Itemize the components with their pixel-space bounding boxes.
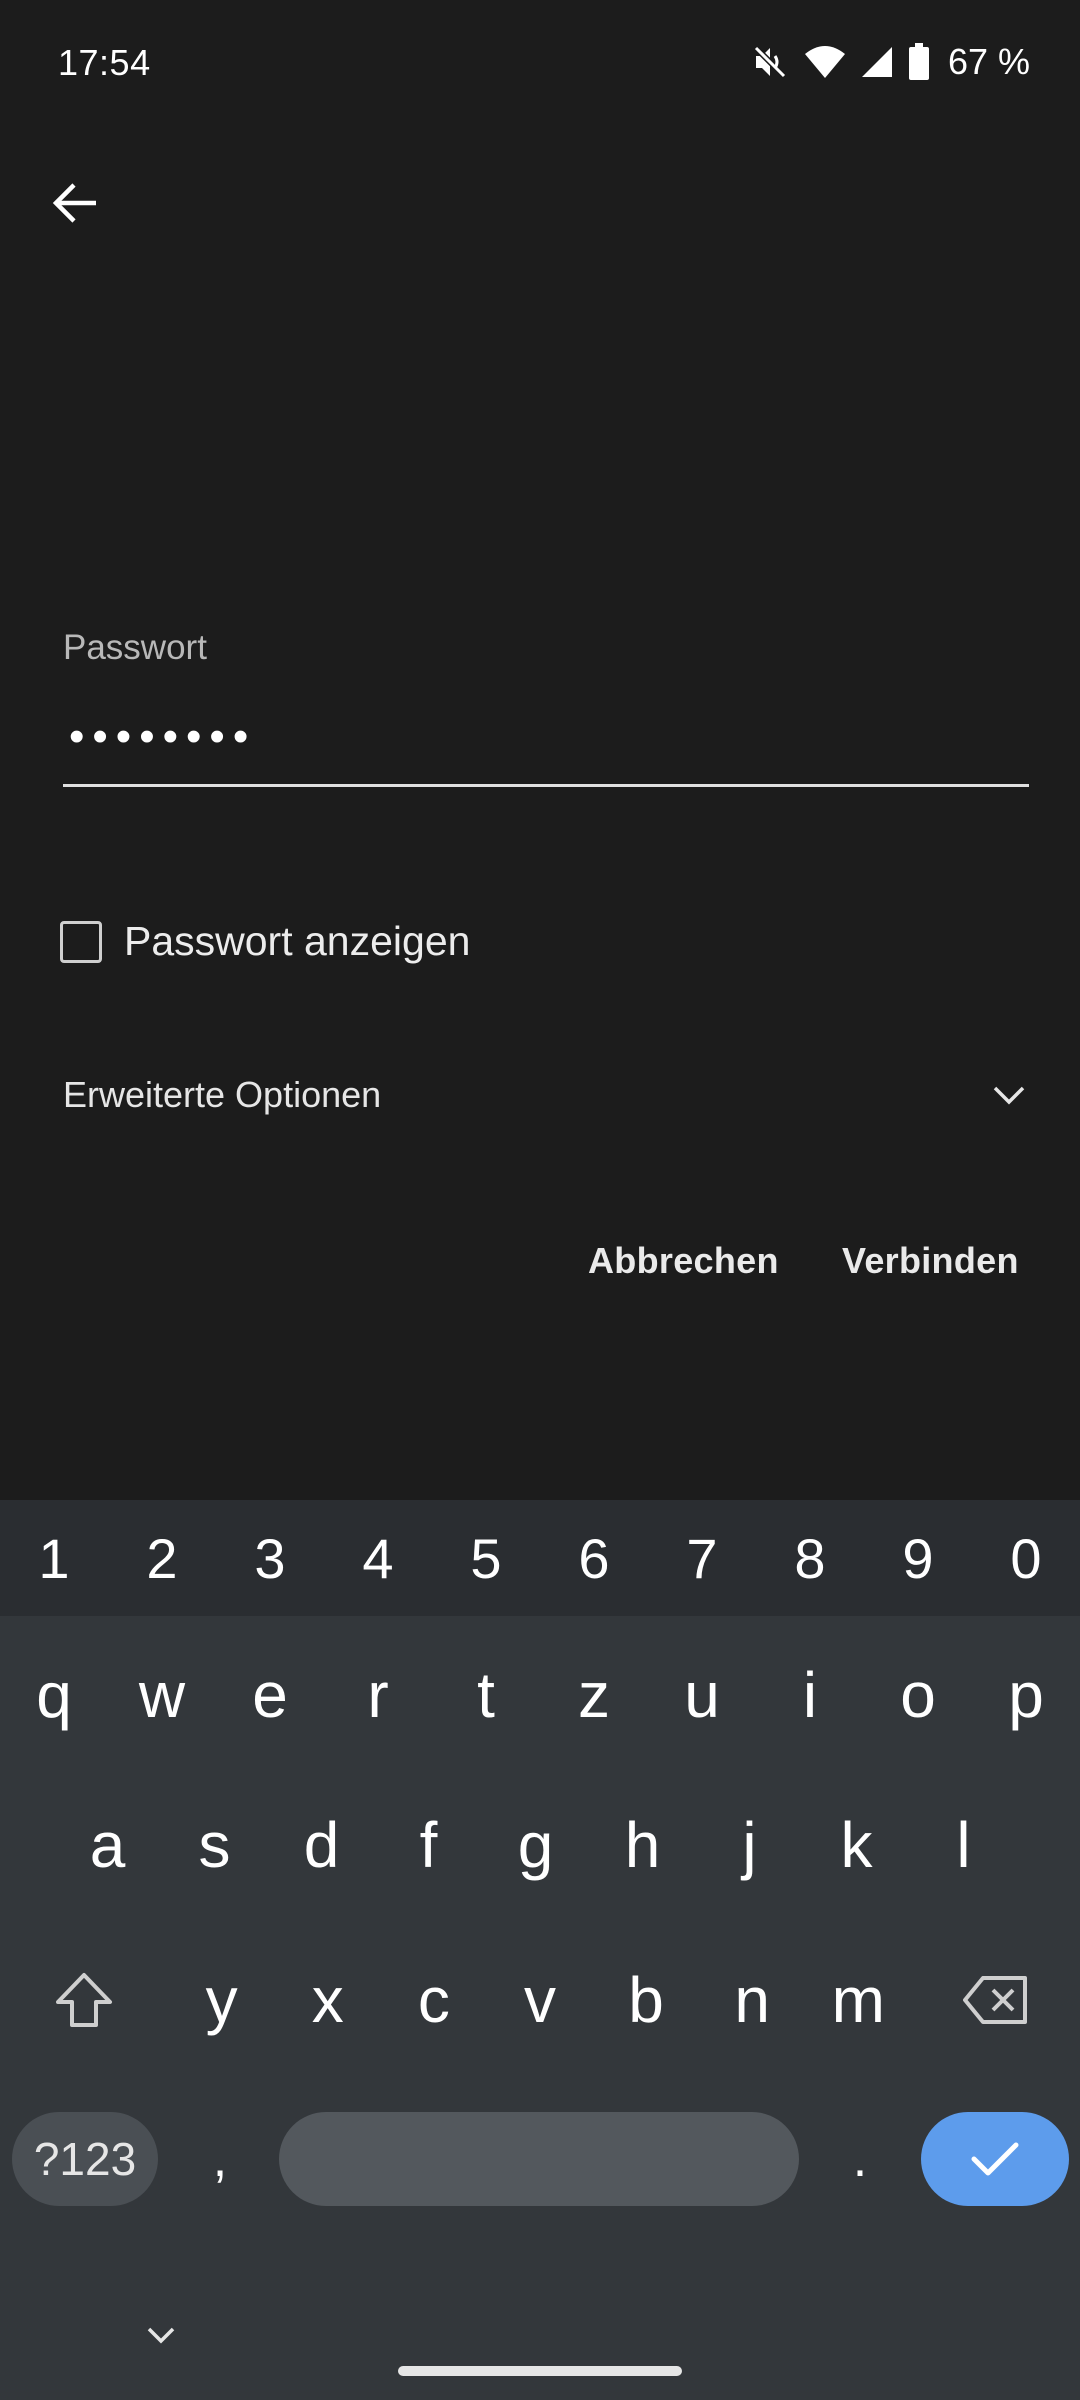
status-icons: 67 % bbox=[750, 40, 1030, 84]
signal-icon bbox=[860, 45, 894, 79]
key-i[interactable]: i bbox=[756, 1620, 864, 1770]
on-screen-keyboard: 1 2 3 4 5 6 7 8 9 0 q w e r t z u i o p … bbox=[0, 1500, 1080, 2400]
key-u[interactable]: u bbox=[648, 1620, 756, 1770]
key-h[interactable]: h bbox=[589, 1770, 696, 1920]
period-key[interactable]: . bbox=[830, 2112, 890, 2206]
battery-percent: 67 % bbox=[947, 41, 1030, 82]
shift-key[interactable] bbox=[0, 1925, 169, 2075]
key-b[interactable]: b bbox=[593, 1925, 699, 2075]
key-d[interactable]: d bbox=[268, 1770, 375, 1920]
hide-keyboard-button[interactable] bbox=[136, 2310, 186, 2360]
keyboard-row-2: a s d f g h j k l bbox=[0, 1770, 1080, 1920]
connect-button[interactable]: Verbinden bbox=[842, 1240, 1019, 1282]
key-a[interactable]: a bbox=[54, 1770, 161, 1920]
advanced-options[interactable]: Erweiterte Optionen bbox=[63, 1060, 1029, 1130]
key-n[interactable]: n bbox=[699, 1925, 805, 2075]
key-0[interactable]: 0 bbox=[972, 1500, 1080, 1616]
key-o[interactable]: o bbox=[864, 1620, 972, 1770]
key-s[interactable]: s bbox=[161, 1770, 268, 1920]
chevron-down-icon bbox=[147, 2327, 175, 2344]
space-key[interactable] bbox=[279, 2112, 799, 2206]
key-t[interactable]: t bbox=[432, 1620, 540, 1770]
key-f[interactable]: f bbox=[375, 1770, 482, 1920]
key-c[interactable]: c bbox=[381, 1925, 487, 2075]
keyboard-row-3: y x c v b n m bbox=[0, 1925, 1080, 2075]
key-9[interactable]: 9 bbox=[864, 1500, 972, 1616]
key-w[interactable]: w bbox=[108, 1620, 216, 1770]
status-bar: 17:54 67 % bbox=[0, 0, 1080, 130]
comma-key[interactable]: , bbox=[190, 2112, 250, 2206]
backspace-icon bbox=[962, 1976, 1027, 2024]
key-2[interactable]: 2 bbox=[108, 1500, 216, 1616]
backspace-key[interactable] bbox=[911, 1925, 1080, 2075]
key-e[interactable]: e bbox=[216, 1620, 324, 1770]
key-p[interactable]: p bbox=[972, 1620, 1080, 1770]
key-q[interactable]: q bbox=[0, 1620, 108, 1770]
shift-icon bbox=[56, 1973, 113, 2027]
chevron-down-icon bbox=[993, 1086, 1025, 1105]
key-3[interactable]: 3 bbox=[216, 1500, 324, 1616]
key-z[interactable]: z bbox=[540, 1620, 648, 1770]
key-v[interactable]: v bbox=[487, 1925, 593, 2075]
vibrate-off-icon bbox=[750, 42, 790, 82]
key-7[interactable]: 7 bbox=[648, 1500, 756, 1616]
check-icon bbox=[971, 2142, 1019, 2176]
password-value: •••••••• bbox=[69, 712, 257, 761]
key-4[interactable]: 4 bbox=[324, 1500, 432, 1616]
show-password-label: Passwort anzeigen bbox=[124, 918, 471, 964]
key-r[interactable]: r bbox=[324, 1620, 432, 1770]
key-m[interactable]: m bbox=[805, 1925, 911, 2075]
key-1[interactable]: 1 bbox=[0, 1500, 108, 1616]
key-8[interactable]: 8 bbox=[756, 1500, 864, 1616]
wifi-password-screen: 17:54 67 % Passwort •••••••• Passwort an… bbox=[0, 0, 1080, 2400]
arrow-back-icon bbox=[52, 183, 96, 223]
password-input[interactable]: •••••••• bbox=[63, 700, 1029, 787]
key-6[interactable]: 6 bbox=[540, 1500, 648, 1616]
key-j[interactable]: j bbox=[696, 1770, 803, 1920]
home-indicator[interactable] bbox=[398, 2366, 682, 2376]
enter-key[interactable] bbox=[921, 2112, 1069, 2206]
show-password-toggle[interactable]: Passwort anzeigen bbox=[60, 918, 470, 965]
password-label: Passwort bbox=[63, 628, 207, 667]
show-password-checkbox[interactable] bbox=[60, 920, 102, 963]
key-y[interactable]: y bbox=[169, 1925, 275, 2075]
advanced-options-label: Erweiterte Optionen bbox=[63, 1074, 382, 1115]
keyboard-number-row: 1 2 3 4 5 6 7 8 9 0 bbox=[0, 1500, 1080, 1616]
keyboard-row-1: q w e r t z u i o p bbox=[0, 1620, 1080, 1770]
symbols-key[interactable]: ?123 bbox=[12, 2112, 158, 2206]
cancel-button[interactable]: Abbrechen bbox=[588, 1240, 779, 1282]
wifi-icon bbox=[804, 44, 846, 80]
key-x[interactable]: x bbox=[275, 1925, 381, 2075]
key-g[interactable]: g bbox=[482, 1770, 589, 1920]
key-k[interactable]: k bbox=[803, 1770, 910, 1920]
status-time: 17:54 bbox=[58, 42, 151, 83]
key-5[interactable]: 5 bbox=[432, 1500, 540, 1616]
battery-icon bbox=[908, 43, 930, 81]
key-l[interactable]: l bbox=[910, 1770, 1017, 1920]
back-button[interactable] bbox=[40, 168, 110, 238]
